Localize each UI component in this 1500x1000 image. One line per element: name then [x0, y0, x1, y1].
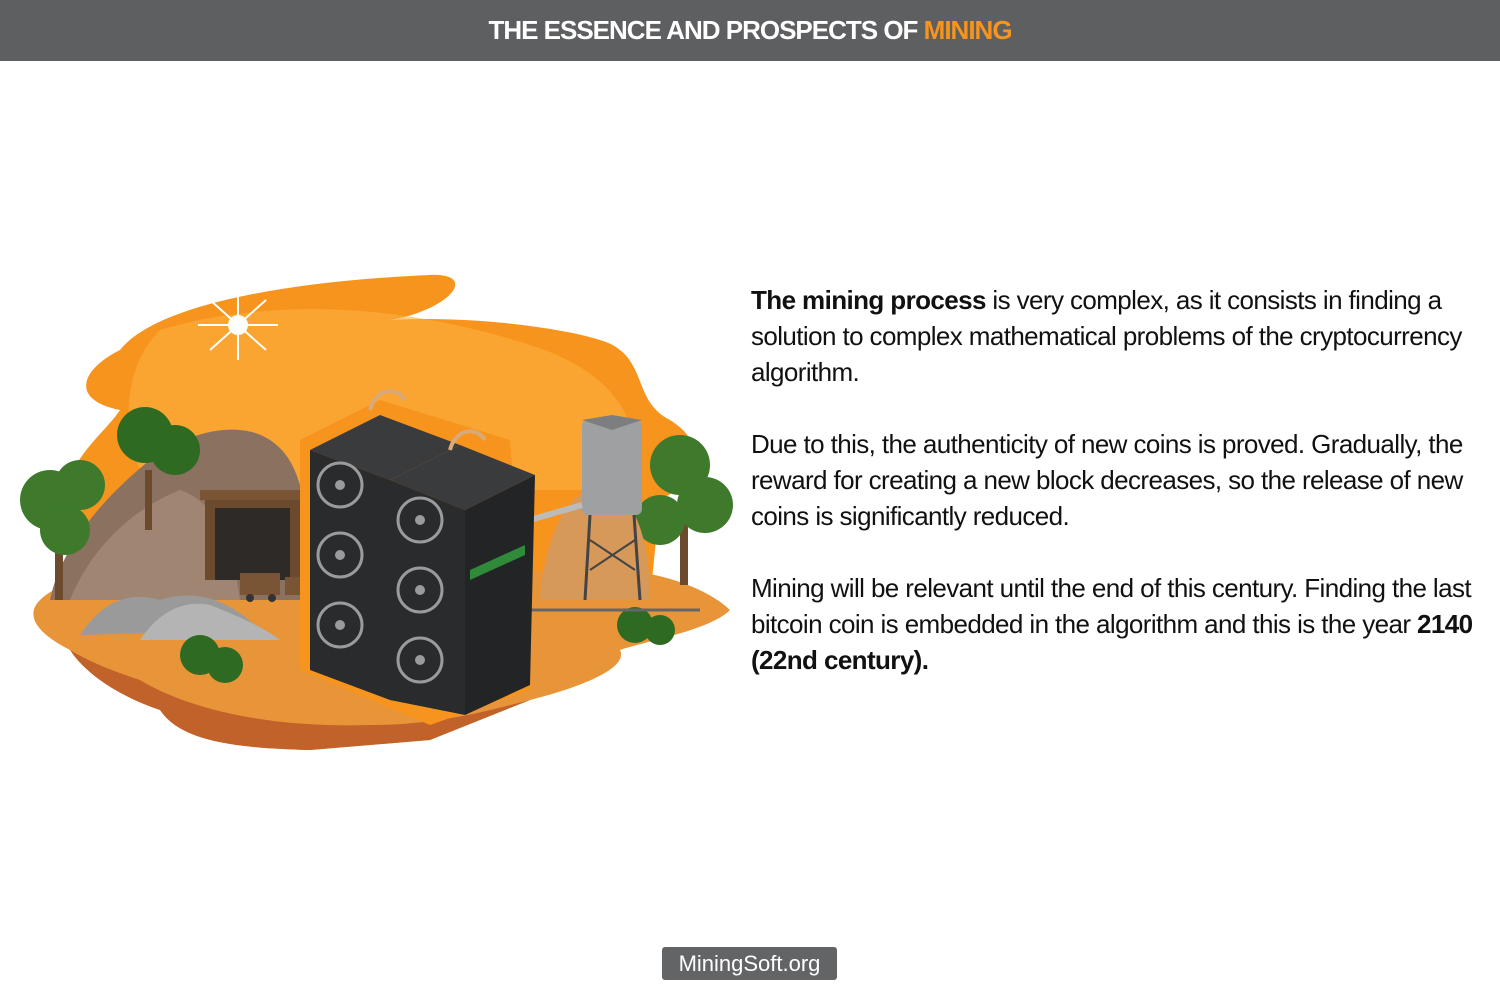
page-title: THE ESSENCE AND PROSPECTS OF MINING	[488, 15, 1013, 46]
title-prefix: THE ESSENCE AND PROSPECTS OF	[488, 15, 924, 45]
paragraph-1-bold: The mining process	[751, 285, 986, 315]
paragraph-2: Due to this, the authenticity of new coi…	[751, 429, 1463, 531]
sun-icon	[198, 290, 278, 360]
paragraph-1: The mining process is very complex, as i…	[751, 282, 1491, 390]
title-accent: MINING	[923, 15, 1013, 45]
asic-miner-stack-icon	[300, 389, 535, 725]
header-bar: THE ESSENCE AND PROSPECTS OF MINING	[0, 0, 1500, 61]
paragraph-3: Mining will be relevant until the end of…	[751, 570, 1491, 678]
main-text: The mining process is very complex, as i…	[751, 282, 1491, 714]
mining-farm-illustration	[20, 274, 733, 750]
asic-miner-unit-right	[390, 445, 535, 715]
paragraph-3-start: Mining will be relevant until the end of…	[751, 573, 1472, 639]
site-badge[interactable]: MiningSoft.org	[662, 947, 837, 980]
mine-entrance-icon	[200, 490, 305, 580]
